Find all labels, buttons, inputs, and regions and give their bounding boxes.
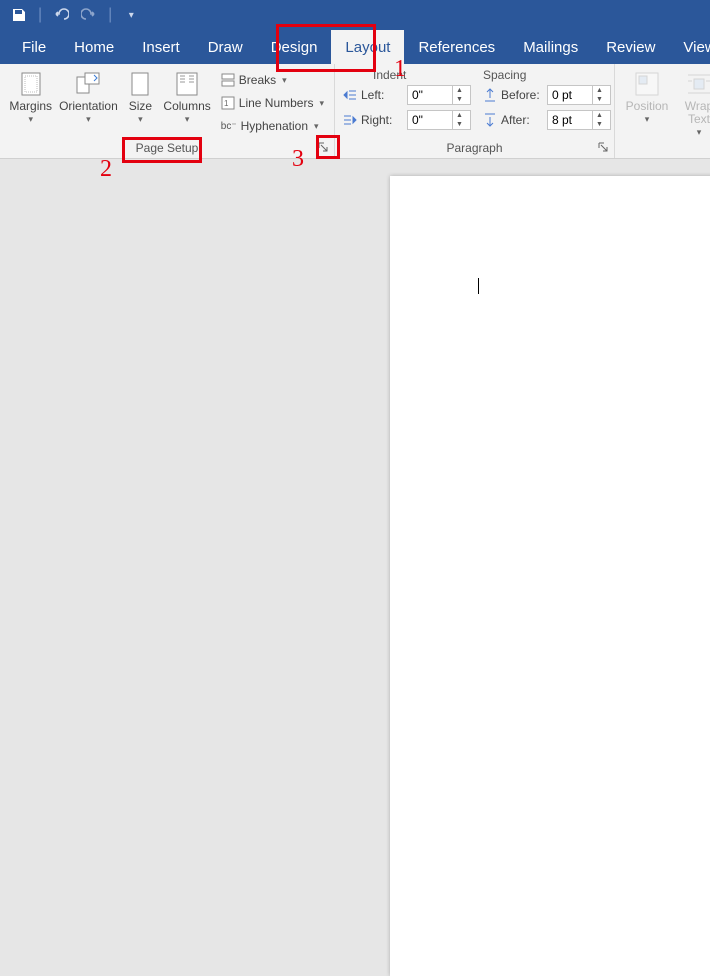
- orientation-icon: [74, 70, 102, 98]
- spacing-before-icon: [483, 88, 497, 102]
- spin-down-icon[interactable]: ▼: [593, 120, 606, 129]
- size-icon: [126, 70, 154, 98]
- customize-qat-icon[interactable]: ▾: [120, 4, 142, 26]
- before-label: Before:: [501, 88, 543, 102]
- columns-label: Columns: [163, 100, 210, 113]
- left-label: Left:: [361, 88, 403, 102]
- chevron-down-icon: ▾: [138, 115, 143, 123]
- line-numbers-button[interactable]: 1 Line Numbers ▾: [217, 93, 328, 113]
- save-icon[interactable]: [8, 4, 30, 26]
- spacing-before-value[interactable]: [548, 88, 592, 102]
- size-label: Size: [129, 100, 152, 113]
- indent-right-value[interactable]: [408, 113, 452, 127]
- tab-layout[interactable]: Layout: [331, 30, 404, 64]
- document-page[interactable]: [390, 176, 710, 976]
- position-label: Position: [626, 100, 669, 113]
- indent-right-icon: [343, 113, 357, 127]
- page-setup-dialog-launcher[interactable]: [316, 140, 330, 154]
- group-label-paragraph: Paragraph: [446, 141, 502, 155]
- page-setup-small-stack: Breaks ▾ 1 Line Numbers ▾ bc⁻ Hyphenatio…: [217, 70, 328, 136]
- tab-home[interactable]: Home: [60, 30, 128, 64]
- tab-view[interactable]: View: [669, 30, 710, 64]
- line-numbers-icon: 1: [221, 96, 235, 110]
- chevron-down-icon: ▾: [86, 115, 91, 123]
- group-label-page-setup: Page Setup: [136, 141, 199, 155]
- group-page-setup: Margins ▾ Orientation ▾ Size ▾: [0, 64, 335, 158]
- tab-file[interactable]: File: [8, 30, 60, 64]
- indent-left-value[interactable]: [408, 88, 452, 102]
- group-arrange: Position ▾ Wrap Text ▾: [615, 64, 710, 158]
- chevron-down-icon: ▾: [314, 121, 319, 132]
- breaks-icon: [221, 73, 235, 87]
- chevron-down-icon: ▾: [319, 98, 324, 109]
- separator: |: [38, 6, 42, 24]
- spin-down-icon[interactable]: ▼: [593, 95, 606, 104]
- indent-left-input[interactable]: ▲▼: [407, 85, 471, 105]
- quick-access-toolbar: | | ▾: [0, 0, 710, 30]
- margins-button[interactable]: Margins ▾: [6, 70, 55, 123]
- spacing-after-input[interactable]: ▲▼: [547, 110, 611, 130]
- hyphenation-icon: bc⁻: [221, 121, 237, 132]
- chevron-down-icon: ▾: [28, 115, 33, 123]
- size-button[interactable]: Size ▾: [121, 70, 159, 123]
- chevron-down-icon: ▾: [645, 115, 650, 123]
- tab-references[interactable]: References: [404, 30, 509, 64]
- position-button: Position ▾: [621, 70, 673, 123]
- orientation-label: Orientation: [59, 100, 118, 113]
- undo-icon[interactable]: [50, 4, 72, 26]
- tab-review[interactable]: Review: [592, 30, 669, 64]
- orientation-button[interactable]: Orientation ▾: [59, 70, 117, 123]
- hyphenation-button[interactable]: bc⁻ Hyphenation ▾: [217, 116, 328, 136]
- columns-icon: [173, 70, 201, 98]
- chevron-down-icon: ▾: [185, 115, 190, 123]
- tab-mailings[interactable]: Mailings: [509, 30, 592, 64]
- breaks-label: Breaks: [239, 73, 276, 87]
- spin-up-icon[interactable]: ▲: [453, 111, 466, 120]
- spacing-heading: Spacing: [483, 68, 526, 82]
- spin-up-icon[interactable]: ▲: [593, 111, 606, 120]
- indent-right-input[interactable]: ▲▼: [407, 110, 471, 130]
- ribbon-tabs: File Home Insert Draw Design Layout Refe…: [0, 30, 710, 64]
- chevron-down-icon: ▾: [282, 75, 287, 86]
- line-numbers-label: Line Numbers: [239, 96, 314, 110]
- position-icon: [633, 70, 661, 98]
- group-paragraph: Indent Spacing Left: ▲▼ Right:: [335, 64, 615, 158]
- wrap-text-icon: [685, 70, 710, 98]
- tab-insert[interactable]: Insert: [128, 30, 194, 64]
- chevron-down-icon: ▾: [697, 128, 702, 136]
- columns-button[interactable]: Columns ▾: [163, 70, 210, 123]
- separator: |: [108, 6, 112, 24]
- text-cursor: [478, 278, 479, 294]
- indent-heading: Indent: [373, 68, 453, 82]
- paragraph-dialog-launcher[interactable]: [596, 140, 610, 154]
- tab-draw[interactable]: Draw: [194, 30, 257, 64]
- wrap-text-button: Wrap Text ▾: [677, 70, 710, 136]
- svg-text:1: 1: [224, 99, 229, 108]
- spin-up-icon[interactable]: ▲: [453, 86, 466, 95]
- after-label: After:: [501, 113, 543, 127]
- breaks-button[interactable]: Breaks ▾: [217, 70, 328, 90]
- hyphenation-label: Hyphenation: [241, 119, 308, 133]
- spacing-before-input[interactable]: ▲▼: [547, 85, 611, 105]
- margins-icon: [17, 70, 45, 98]
- spin-down-icon[interactable]: ▼: [453, 95, 466, 104]
- spacing-after-icon: [483, 113, 497, 127]
- indent-left-icon: [343, 88, 357, 102]
- ribbon: Margins ▾ Orientation ▾ Size ▾: [0, 64, 710, 159]
- spin-up-icon[interactable]: ▲: [593, 86, 606, 95]
- wrap-text-label: Wrap Text: [677, 100, 710, 126]
- margins-label: Margins: [9, 100, 52, 113]
- tab-design[interactable]: Design: [257, 30, 332, 64]
- right-label: Right:: [361, 113, 403, 127]
- spacing-after-value[interactable]: [548, 113, 592, 127]
- redo-icon[interactable]: [78, 4, 100, 26]
- spin-down-icon[interactable]: ▼: [453, 120, 466, 129]
